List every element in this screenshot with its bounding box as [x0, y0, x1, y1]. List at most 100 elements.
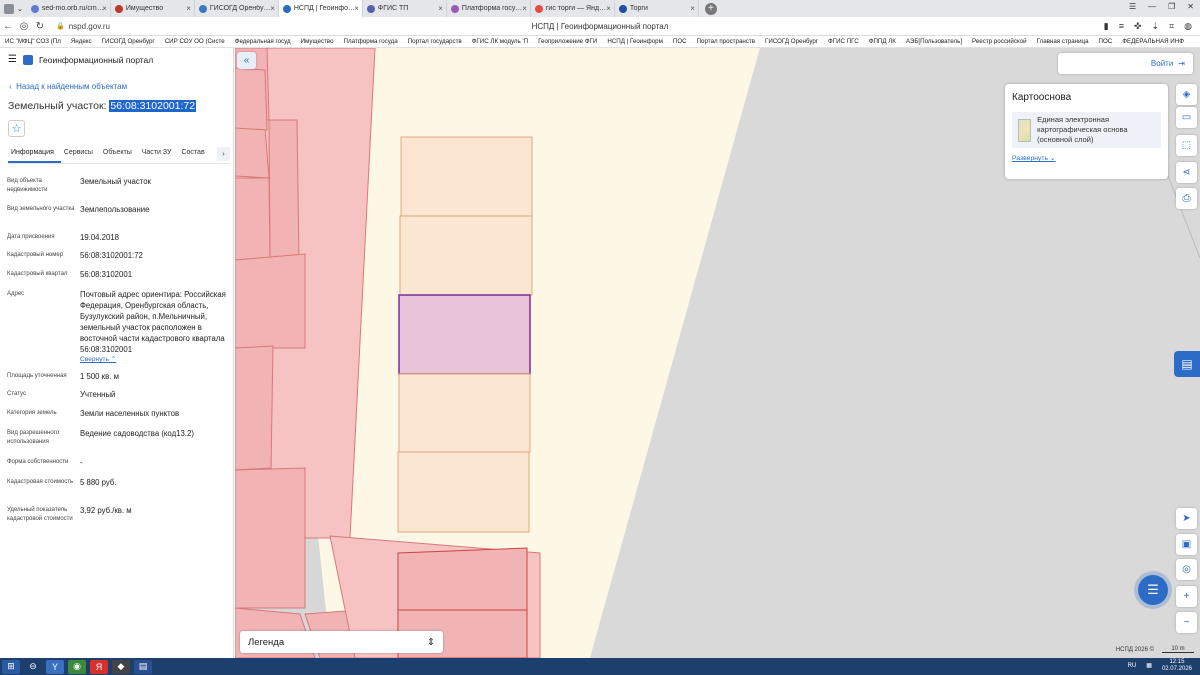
browser-tab[interactable]: гис торги — Яндекс: наш×: [531, 0, 615, 17]
bookmark-item[interactable]: Портал государств: [403, 38, 467, 45]
url-field[interactable]: 🔒 nspd.gov.ru: [56, 22, 110, 31]
bookmark-item[interactable]: Главная страница: [1032, 38, 1094, 45]
network-icon[interactable]: ▦: [1146, 662, 1152, 669]
tab-item[interactable]: Сервисы: [61, 147, 100, 163]
bookmark-item[interactable]: ПОС: [668, 38, 692, 45]
bookmark-item[interactable]: Федеральная госуд: [230, 38, 296, 45]
browser-tab[interactable]: Платформа государств×: [447, 0, 531, 17]
close-tab-icon[interactable]: ×: [438, 4, 443, 13]
menu-icon[interactable]: ≡: [1119, 21, 1124, 32]
layers-button[interactable]: ◈: [1176, 84, 1197, 105]
bookmark-item[interactable]: Геоприложение ФГИ: [533, 38, 602, 45]
zoom-in-button[interactable]: +: [1176, 586, 1197, 607]
bookmark-item[interactable]: ФППД ЛК: [864, 38, 901, 45]
puzzle-icon[interactable]: ⌗: [1169, 21, 1174, 32]
browser-tab[interactable]: НСПД | Геоинформац×: [278, 0, 363, 17]
taskbar-yandex[interactable]: Я: [90, 659, 108, 674]
taskbar-app-2[interactable]: ◆: [112, 659, 130, 674]
login-button[interactable]: Войти ⇥: [1058, 53, 1193, 74]
bookmark-item[interactable]: Реестр российской: [967, 38, 1032, 45]
side-info-tab[interactable]: ▤: [1174, 351, 1200, 377]
tab-item[interactable]: Состав: [178, 147, 211, 163]
browser-tab[interactable]: Имущество ×: [111, 0, 195, 17]
tab-item[interactable]: Объекты: [100, 147, 139, 163]
close-tab-icon[interactable]: ×: [270, 4, 275, 13]
browser-tab[interactable]: sed-mo.orb.ru/cmj-web/×: [27, 0, 111, 17]
portal-logo[interactable]: ☰ Геоинформационный портал: [8, 54, 153, 65]
select-area-button[interactable]: ⬚: [1176, 135, 1197, 156]
downloads-icon[interactable]: ⇣: [1152, 21, 1160, 32]
bookmark-item[interactable]: ГИСОГД Оренбург: [760, 38, 823, 45]
bookmark-item[interactable]: ФГИС ЛК модуль 'П: [467, 38, 533, 45]
bookmark-item[interactable]: ФГИС ПГС: [823, 38, 864, 45]
close-tab-icon[interactable]: ×: [102, 4, 107, 13]
tab-info[interactable]: Информация: [8, 147, 61, 163]
browser-toolbar-icons: ▮ ≡ ✜ ⇣ ⌗ ◍: [1104, 21, 1192, 32]
taskbar-yandex-browser[interactable]: Y: [46, 659, 64, 674]
taskbar-app-3[interactable]: ▤: [134, 659, 152, 674]
basemap-layer-item[interactable]: Единая электронная картографическая осно…: [1012, 112, 1161, 148]
tab-item[interactable]: Части ЗУ: [139, 147, 179, 163]
hamburger-icon[interactable]: ☰: [8, 54, 17, 65]
bookmark-item[interactable]: ФЕДЕРАЛЬНАЯ ИНФ: [1117, 38, 1189, 45]
yandex-icon: Я: [95, 661, 103, 672]
locate-button[interactable]: ➤: [1176, 508, 1197, 529]
restore-icon[interactable]: ❐: [1168, 2, 1175, 11]
tab-list-icon[interactable]: ☰: [1129, 2, 1136, 11]
bookmark-item[interactable]: ПОС: [1094, 38, 1118, 45]
bookmark-item[interactable]: Платформа госуда: [339, 38, 403, 45]
bookmark-icon[interactable]: ▮: [1104, 21, 1109, 32]
browser-tab[interactable]: Торги ×: [615, 0, 699, 17]
bookmark-item[interactable]: Яндекс: [66, 38, 97, 45]
share-button[interactable]: ⋖: [1176, 162, 1197, 183]
yandex-home-icon[interactable]: ◎: [16, 21, 32, 32]
bookmark-item[interactable]: ГИСОГД Оренбург: [97, 38, 160, 45]
bookmark-item[interactable]: ИС "МФЦ" СОЗ (Пл: [0, 38, 66, 45]
new-tab-button[interactable]: +: [704, 2, 717, 15]
collapse-panel-button[interactable]: «: [237, 52, 256, 69]
close-tab-icon[interactable]: ×: [606, 4, 611, 13]
close-tab-icon[interactable]: ×: [690, 4, 695, 13]
bookmark-item[interactable]: Имущество: [296, 38, 339, 45]
bookmark-item[interactable]: НСПД | Геоинформ: [602, 38, 668, 45]
taskbar-chrome[interactable]: ◉: [68, 659, 86, 674]
bookmark-item[interactable]: Портал пространств: [692, 38, 760, 45]
close-tab-icon[interactable]: ×: [522, 4, 527, 13]
fullscreen-button[interactable]: ▣: [1176, 534, 1197, 555]
reload-icon[interactable]: ↻: [32, 21, 48, 32]
print-button[interactable]: ⎙: [1176, 188, 1197, 209]
profile-icon[interactable]: ◍: [1184, 21, 1192, 32]
browser-tab[interactable]: ФГИС ТП ×: [363, 0, 447, 17]
close-window-icon[interactable]: ✕: [1187, 2, 1194, 11]
minimize-icon[interactable]: —: [1148, 2, 1156, 11]
browser-menu-icon[interactable]: [4, 3, 14, 14]
start-button[interactable]: ⊞: [2, 659, 20, 674]
parcel-w-5: [235, 467, 306, 609]
clock[interactable]: 12:15 02.07.2026: [1162, 659, 1192, 673]
close-tab-icon[interactable]: ×: [186, 4, 191, 13]
back-arrow-icon[interactable]: ←: [0, 21, 16, 32]
chevron-down-icon[interactable]: ⌄: [17, 5, 23, 13]
collapse-address-link[interactable]: Свернуть ⌃: [80, 355, 226, 364]
bookmark-item[interactable]: АЭБ[Пользователь]: [901, 38, 967, 45]
legend-dropdown[interactable]: Легенда ⇕: [240, 631, 443, 653]
map-view[interactable]: « Войти ⇥ Картооснова Единая электронная…: [235, 48, 1200, 658]
taskbar-app-1[interactable]: ⊖: [24, 660, 42, 674]
parcel-w-1: [268, 119, 300, 264]
tray-lang[interactable]: RU: [1128, 663, 1137, 669]
chat-support-button[interactable]: ☰: [1138, 575, 1168, 605]
ruler-button[interactable]: ▭: [1176, 107, 1197, 128]
tab-title: sed-mo.orb.ru/cmj-web/: [41, 5, 104, 12]
close-tab-icon[interactable]: ×: [354, 4, 359, 13]
zoom-out-button[interactable]: −: [1176, 612, 1197, 633]
property-row: Вид разрешенного использования Ведение са…: [7, 429, 227, 448]
browser-tab[interactable]: ГИСОГД Оренбургской×: [195, 0, 279, 17]
extensions-icon[interactable]: ✜: [1134, 21, 1142, 32]
favorite-star-button[interactable]: ☆: [8, 120, 25, 137]
expand-basemap-link[interactable]: Развернуть ⌄: [1012, 154, 1161, 162]
bookmark-item[interactable]: СИР СОУ ОО (Систе: [160, 38, 230, 45]
back-to-results-link[interactable]: ‹ Назад к найденным объектам: [9, 82, 127, 91]
geolocation-button[interactable]: ◎: [1176, 559, 1197, 580]
property-key: Дата присвоения: [7, 234, 55, 240]
tabs-scroll-right-button[interactable]: ›: [217, 147, 230, 161]
